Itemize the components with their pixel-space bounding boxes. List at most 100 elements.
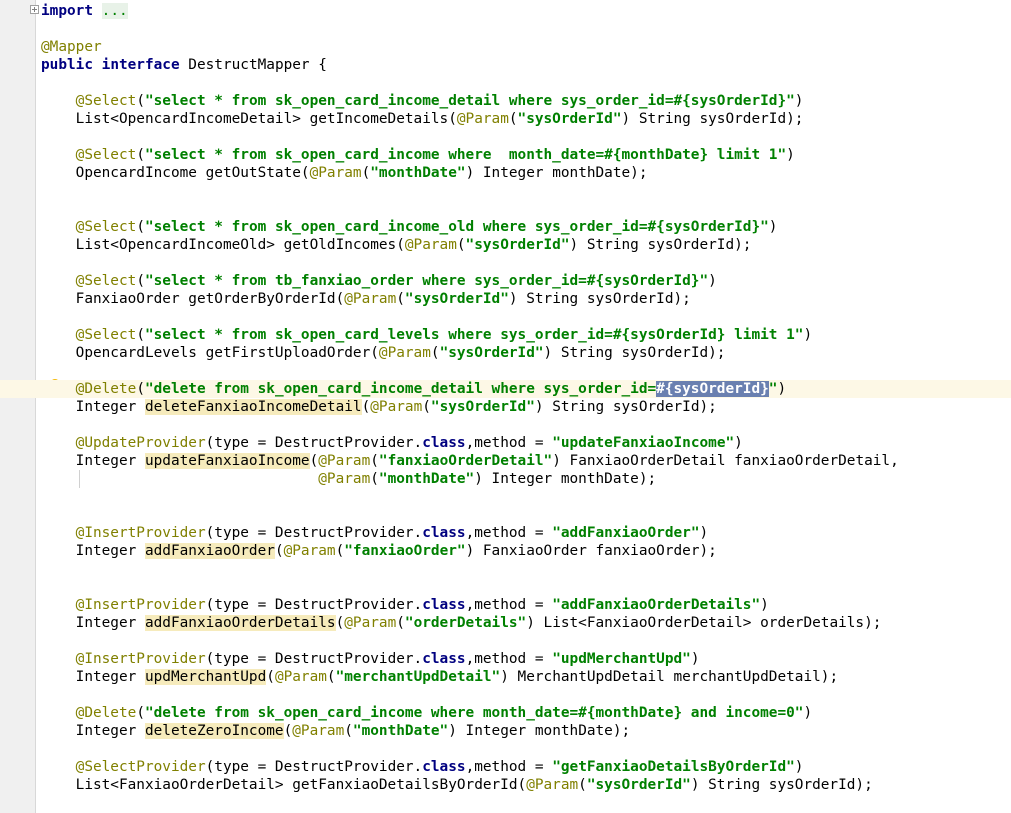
token-text: ( — [335, 615, 345, 631]
token-str: "sysOrderId" — [517, 111, 622, 127]
token-ann: @Select — [75, 273, 137, 289]
token-usage: deleteFanxiaoIncomeDetail — [144, 399, 362, 415]
code-line[interactable]: @Delete("delete from sk_open_card_income… — [0, 380, 1011, 398]
code-line[interactable]: @Select("select * from sk_open_card_inco… — [36, 146, 1011, 164]
token-str: "fanxiaoOrder" — [344, 543, 466, 559]
token-text: ) String sysOrderId); — [543, 345, 726, 361]
code-line[interactable]: List<OpencardIncomeOld> getOldIncomes(@P… — [36, 236, 1011, 254]
token-text: ( — [136, 705, 145, 721]
token-kw: public — [41, 57, 93, 73]
code-line[interactable]: OpencardLevels getFirstUploadOrder(@Para… — [36, 344, 1011, 362]
token-ann: @Param — [318, 471, 371, 487]
token-text: OpencardIncome getOutState( — [41, 165, 310, 181]
token-text: ( — [361, 165, 371, 181]
token-text: ( — [266, 669, 275, 685]
token-text: ) — [768, 219, 778, 235]
code-line[interactable]: public interface DestructMapper { — [36, 56, 1011, 74]
code-line[interactable]: FanxiaoOrder getOrderByOrderId(@Param("s… — [36, 290, 1011, 308]
token-str: "getFanxiaoDetailsByOrderId" — [552, 759, 795, 775]
token-ann: @Param — [370, 399, 423, 415]
token-str: "select * from sk_open_card_income_detai… — [144, 93, 795, 109]
code-line[interactable]: @Select("select * from tb_fanxiao_order … — [36, 272, 1011, 290]
token-str: "delete from sk_open_card_income where m… — [144, 705, 804, 721]
token-text: Integer — [41, 723, 145, 739]
code-line[interactable]: @Delete("delete from sk_open_card_income… — [36, 704, 1011, 722]
code-line[interactable]: Integer deleteFanxiaoIncomeDetail(@Param… — [36, 398, 1011, 416]
token-text: ) FanxiaoOrder fanxiaoOrder); — [465, 543, 717, 559]
token-text: Integer — [41, 669, 145, 685]
token-text: ) String sysOrderId); — [621, 111, 804, 127]
token-ann: @Param — [456, 111, 509, 127]
token-str: "sysOrderId" — [586, 777, 691, 793]
token-text: ( — [136, 147, 145, 163]
token-text: ( — [578, 777, 587, 793]
code-line[interactable]: OpencardIncome getOutState(@Param("month… — [36, 164, 1011, 182]
token-text: ) MerchantUpdDetail merchantUpdDetail); — [500, 669, 839, 685]
code-line[interactable]: @InsertProvider(type = DestructProvider.… — [36, 524, 1011, 542]
token-str: "select * from sk_open_card_income where… — [144, 147, 787, 163]
token-str: "merchantUpdDetail" — [335, 669, 501, 685]
code-line[interactable]: Integer updateFanxiaoIncome(@Param("fanx… — [36, 452, 1011, 470]
code-line[interactable]: @Select("select * from sk_open_card_leve… — [36, 326, 1011, 344]
code-line[interactable]: @SelectProvider(type = DestructProvider.… — [36, 758, 1011, 776]
token-text: ( — [396, 291, 405, 307]
token-ann: @Param — [274, 669, 327, 685]
code-editor[interactable]: import ... @Mapper public interface Destru… — [0, 0, 1011, 813]
token-text: ) String sysOrderId); — [534, 399, 717, 415]
token-text: ) — [803, 705, 813, 721]
token-text: (type = DestructProvider. — [205, 525, 423, 541]
token-text: Integer — [41, 543, 145, 559]
token-ann: @InsertProvider — [75, 525, 206, 541]
editor-gutter[interactable] — [0, 0, 36, 813]
code-line[interactable]: @Select("select * from sk_open_card_inco… — [36, 218, 1011, 236]
token-text: ( — [136, 381, 145, 397]
token-str: "orderDetails" — [404, 615, 527, 631]
token-text: ( — [136, 93, 145, 109]
token-text: ( — [309, 453, 319, 469]
token-usage: addFanxiaoOrderDetails — [144, 615, 336, 631]
token-ann: @Param — [344, 615, 397, 631]
token-text: ( — [422, 399, 431, 415]
token-text: ) — [690, 651, 700, 667]
code-line[interactable]: @InsertProvider(type = DestructProvider.… — [36, 650, 1011, 668]
code-line[interactable]: List<FanxiaoOrderDetail> getFanxiaoDetai… — [36, 776, 1011, 794]
token-text: ) — [760, 597, 769, 613]
code-line[interactable]: @Mapper — [36, 38, 1011, 56]
token-kw: interface — [101, 57, 180, 73]
code-line[interactable]: Integer updMerchantUpd(@Param("merchantU… — [36, 668, 1011, 686]
token-ann: @Param — [344, 291, 397, 307]
token-kw: class — [422, 651, 466, 667]
code-line[interactable]: @Param("monthDate") Integer monthDate); — [36, 470, 1011, 488]
token-ann: @InsertProvider — [75, 651, 206, 667]
token-text: ) Integer monthDate); — [465, 165, 648, 181]
code-line[interactable]: Integer deleteZeroIncome(@Param("monthDa… — [36, 722, 1011, 740]
token-kw: class — [422, 759, 466, 775]
token-text: OpencardLevels getFirstUploadOrder( — [41, 345, 379, 361]
token-text: ) String sysOrderId); — [569, 237, 752, 253]
token-ann: @Param — [526, 777, 579, 793]
token-ann: @Select — [75, 93, 137, 109]
code-line[interactable]: Integer addFanxiaoOrderDetails(@Param("o… — [36, 614, 1011, 632]
code-line[interactable]: @UpdateProvider(type = DestructProvider.… — [36, 434, 1011, 452]
token-str: "addFanxiaoOrder" — [552, 525, 700, 541]
token-text: ( — [370, 453, 379, 469]
token-str: #{sysOrderId} — [656, 381, 769, 397]
token-text: ) Integer monthDate); — [448, 723, 631, 739]
code-line[interactable]: Integer addFanxiaoOrder(@Param("fanxiaoO… — [36, 542, 1011, 560]
code-line[interactable]: @Select("select * from sk_open_card_inco… — [36, 92, 1011, 110]
code-line[interactable]: @InsertProvider(type = DestructProvider.… — [36, 596, 1011, 614]
token-ann: @Delete — [75, 381, 137, 397]
token-str: "fanxiaoOrderDetail" — [378, 453, 553, 469]
token-text: ( — [344, 723, 353, 739]
code-line[interactable]: List<OpencardIncomeDetail> getIncomeDeta… — [36, 110, 1011, 128]
token-ann: @Select — [75, 147, 137, 163]
code-line[interactable]: import ... — [36, 2, 1011, 20]
token-str: "addFanxiaoOrderDetails" — [552, 597, 761, 613]
token-text: ,method = — [465, 651, 553, 667]
token-ann: @Param — [378, 345, 431, 361]
token-ann: @Param — [309, 165, 362, 181]
